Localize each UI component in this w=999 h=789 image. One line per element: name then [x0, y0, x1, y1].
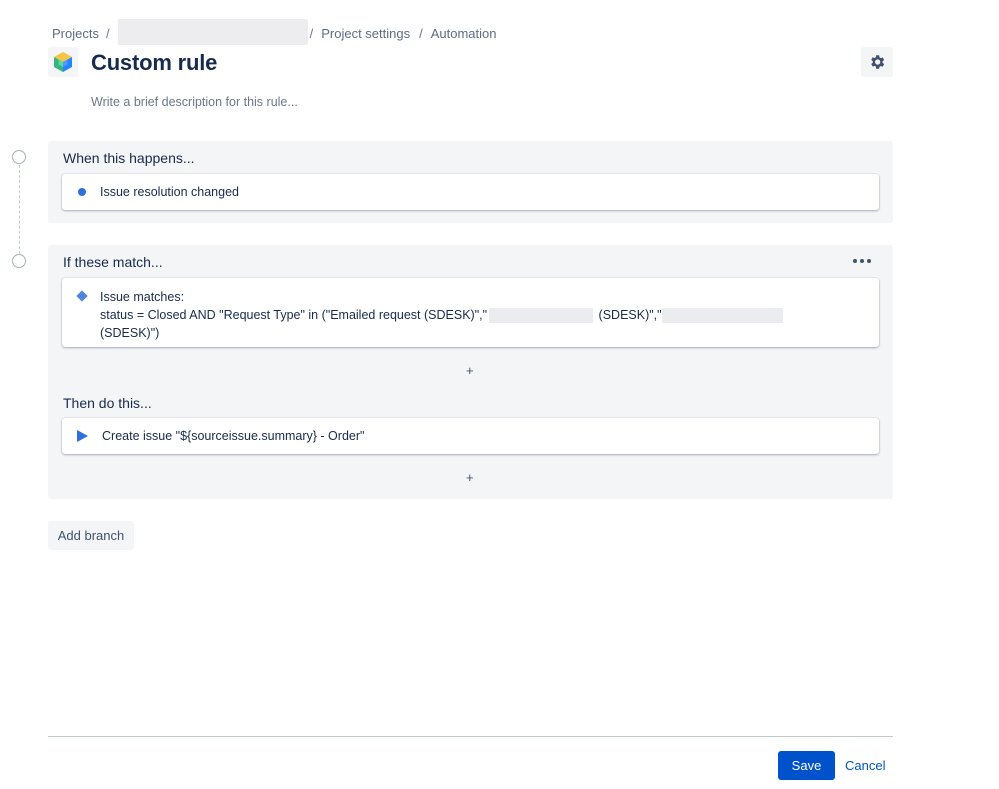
- condition-diamond-icon: [76, 290, 88, 302]
- more-dot: [860, 259, 864, 263]
- trigger-label: Issue resolution changed: [100, 185, 239, 199]
- redacted-request-type: [661, 308, 783, 324]
- breadcrumb-projects[interactable]: Projects: [52, 26, 99, 41]
- breadcrumb-automation[interactable]: Automation: [431, 26, 497, 41]
- footer-divider: [48, 736, 893, 737]
- add-component-button[interactable]: +: [466, 363, 474, 378]
- trigger-section-title: When this happens...: [63, 150, 195, 166]
- condition-card[interactable]: Issue matches: status = Closed AND "Requ…: [62, 278, 879, 347]
- add-branch-button[interactable]: Add branch: [48, 521, 134, 550]
- breadcrumb-separator: /: [105, 25, 110, 41]
- condition-jql-part1: status = Closed AND "Request Type" in ("…: [100, 308, 488, 322]
- gear-icon: [871, 55, 885, 69]
- more-horizontal-icon: [853, 259, 857, 263]
- trigger-dot-icon: [78, 188, 86, 196]
- action-card[interactable]: Create issue "${sourceissue.summary} - O…: [62, 418, 879, 454]
- cancel-button[interactable]: Cancel: [845, 751, 885, 780]
- condition-jql: status = Closed AND "Request Type" in ("…: [100, 306, 860, 324]
- page-title: Custom rule: [91, 50, 218, 75]
- project-avatar: [48, 47, 78, 77]
- action-label: Create issue "${sourceissue.summary} - O…: [102, 429, 365, 443]
- condition-jql-part3: (SDESK)"): [100, 326, 160, 340]
- trigger-panel: When this happens... Issue resolution ch…: [48, 141, 893, 223]
- save-button[interactable]: Save: [778, 751, 835, 780]
- trigger-card[interactable]: Issue resolution changed: [62, 174, 879, 210]
- more-dot: [867, 259, 871, 263]
- breadcrumb-project-settings[interactable]: Project settings: [321, 26, 410, 41]
- breadcrumb: Projects / / Project settings / Automati…: [52, 19, 497, 45]
- action-play-icon: [77, 430, 88, 442]
- breadcrumb-project-name-redacted[interactable]: [117, 19, 308, 45]
- condition-text-block: Issue matches: status = Closed AND "Requ…: [100, 288, 860, 342]
- timeline-node-trigger: [12, 150, 26, 164]
- more-options-button[interactable]: [851, 255, 873, 267]
- redacted-request-type: [489, 308, 594, 324]
- cube-icon: [54, 52, 72, 72]
- timeline-connector: [19, 165, 20, 254]
- action-section-title: Then do this...: [63, 395, 152, 411]
- rule-settings-button[interactable]: [861, 47, 893, 77]
- rule-description-input[interactable]: Write a brief description for this rule.…: [91, 95, 298, 109]
- breadcrumb-separator: /: [309, 25, 314, 41]
- condition-section-title: If these match...: [63, 254, 163, 270]
- add-action-button[interactable]: +: [466, 470, 474, 485]
- timeline-node-condition: [12, 254, 26, 268]
- condition-label: Issue matches:: [100, 290, 185, 304]
- condition-jql-part2: (SDESK)",": [595, 308, 662, 322]
- condition-action-panel: If these match... Issue matches: status …: [48, 245, 893, 499]
- breadcrumb-separator: /: [419, 25, 423, 41]
